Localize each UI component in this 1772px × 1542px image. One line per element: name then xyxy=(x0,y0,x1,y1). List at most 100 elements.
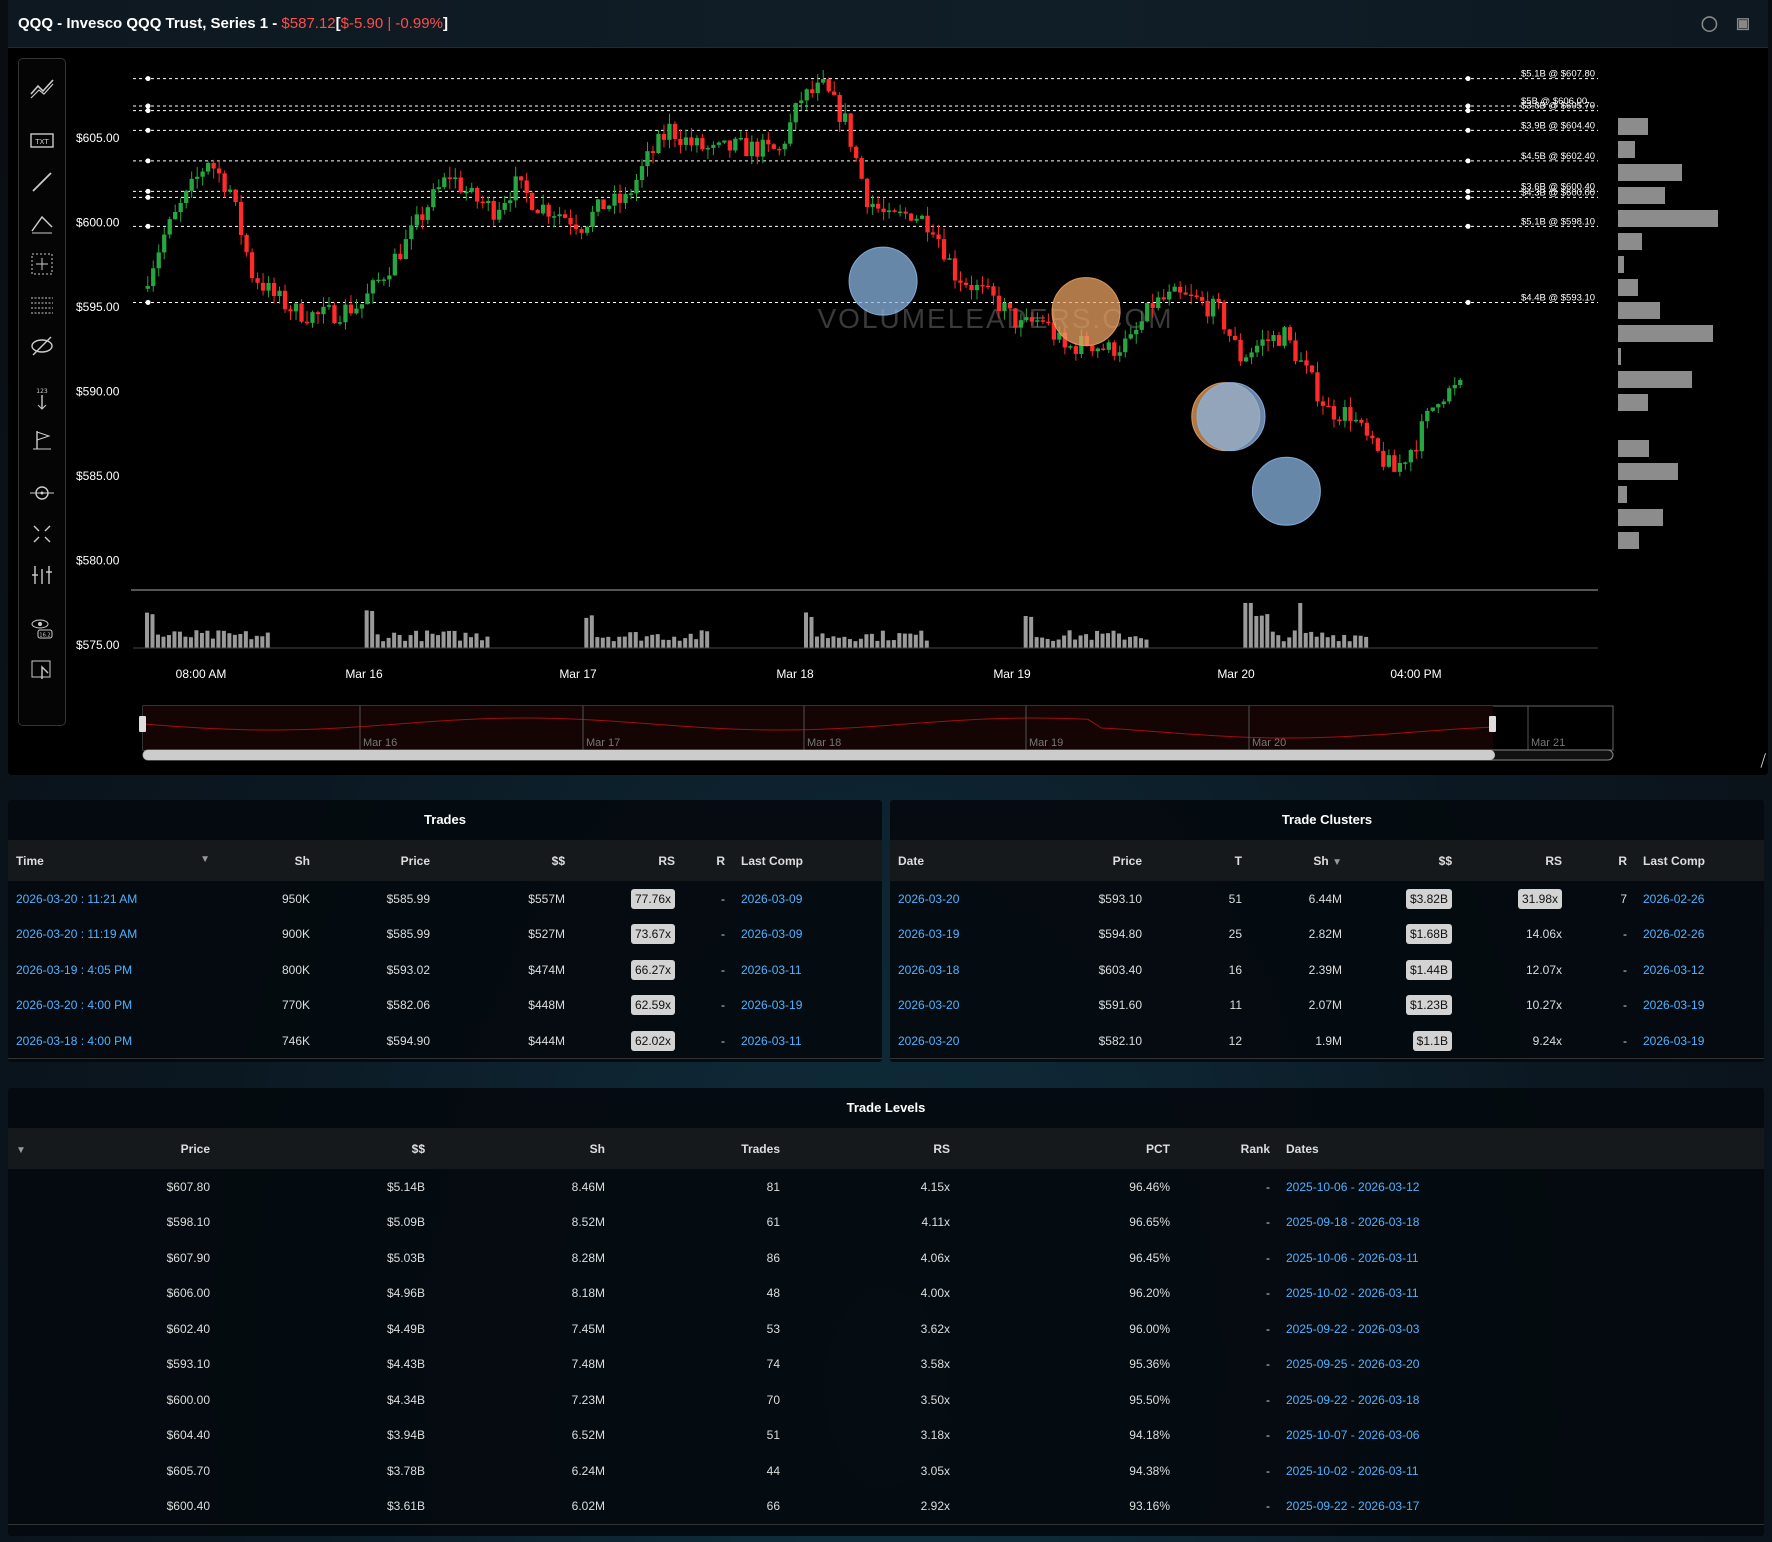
navigator-right-handle[interactable] xyxy=(1489,716,1496,732)
zoom-icon[interactable]: ◯ xyxy=(1701,14,1718,32)
trade-time-link[interactable]: 2026-03-20 : 11:19 AM xyxy=(8,917,218,953)
col-sh[interactable]: Sh xyxy=(433,1128,613,1169)
trade-time-link[interactable]: 2026-03-19 : 4:05 PM xyxy=(8,952,218,988)
table-row[interactable]: $600.00 $4.34B 7.23M 70 3.50x 95.50% -2025-09-… xyxy=(8,1382,1764,1418)
sort-down-icon[interactable]: ▼ xyxy=(200,854,210,865)
table-row[interactable]: 2026-03-18 $603.40 16 2.39M $1.44B 12.07x -202… xyxy=(890,952,1764,988)
cluster-last-comp-link[interactable]: 2026-02-26 xyxy=(1635,881,1764,917)
cluster-last-comp-link[interactable]: 2026-03-19 xyxy=(1635,988,1764,1024)
level-dates-link[interactable]: 2025-10-06 - 2026-03-12 xyxy=(1278,1169,1764,1205)
col-sh[interactable]: Sh xyxy=(218,840,318,881)
col-last-comp[interactable]: Last Comp xyxy=(1635,840,1764,881)
col-last-comp[interactable]: Last Comp xyxy=(733,840,882,881)
video-camera-icon[interactable]: ▣ xyxy=(1736,14,1750,32)
level-price: $605.70 xyxy=(166,1463,210,1478)
level-dates-link[interactable]: 2025-10-02 - 2026-03-11 xyxy=(1278,1276,1764,1312)
cluster-date-link[interactable]: 2026-03-18 xyxy=(890,952,1020,988)
table-row[interactable]: 2026-03-20 $582.10 12 1.9M $1.1B 9.24x -2026-0… xyxy=(890,1023,1764,1059)
level-trades: 44 xyxy=(766,1463,780,1478)
cluster-date-link[interactable]: 2026-03-20 xyxy=(890,988,1020,1024)
col-pct[interactable]: PCT xyxy=(958,1128,1178,1169)
cluster-last-comp-link[interactable]: 2026-03-19 xyxy=(1635,1023,1764,1059)
cluster-date-link[interactable]: 2026-03-19 xyxy=(890,917,1020,953)
level-dates-link[interactable]: 2025-09-18 - 2026-03-18 xyxy=(1278,1205,1764,1241)
trade-time-link[interactable]: 2026-03-20 : 4:00 PM xyxy=(8,988,218,1024)
trade-last-comp-link[interactable]: 2026-03-19 xyxy=(733,988,882,1024)
table-row[interactable]: 2026-03-19 $594.80 25 2.82M $1.68B 14.06x -202… xyxy=(890,917,1764,953)
level-dates-link[interactable]: 2025-09-22 - 2026-03-17 xyxy=(1278,1489,1764,1525)
col-r[interactable]: R xyxy=(683,840,733,881)
trade-bubble[interactable] xyxy=(1196,382,1266,452)
col-sort[interactable]: ▼ xyxy=(8,1128,48,1169)
level-dates-link[interactable]: 2025-10-06 - 2026-03-11 xyxy=(1278,1240,1764,1276)
trade-time-link[interactable]: 2026-03-18 : 4:00 PM xyxy=(8,1023,218,1059)
spacer-cell xyxy=(8,1418,48,1454)
candle xyxy=(974,284,980,291)
cluster-last-comp-link[interactable]: 2026-03-12 xyxy=(1635,952,1764,988)
sort-down-icon[interactable]: ▼ xyxy=(16,1145,26,1156)
scrollbar-thumb[interactable] xyxy=(143,750,1495,760)
cluster-date-link[interactable]: 2026-03-20 xyxy=(890,1023,1020,1059)
level-start-dot xyxy=(145,223,151,229)
table-row[interactable]: $598.10 $5.09B 8.52M 61 4.11x 96.65% -2025-09-… xyxy=(8,1205,1764,1241)
col-rs[interactable]: RS xyxy=(573,840,683,881)
trade-last-comp-link[interactable]: 2026-03-09 xyxy=(733,917,882,953)
col-dollars[interactable]: $$ xyxy=(218,1128,433,1169)
table-row[interactable]: 2026-03-18 : 4:00 PM 746K $594.90 $444M 62.0… xyxy=(8,1023,882,1059)
col-r[interactable]: R xyxy=(1570,840,1635,881)
col-price[interactable]: Price xyxy=(1020,840,1150,881)
col-date[interactable]: Date xyxy=(890,840,1020,881)
level-dates-link[interactable]: 2025-09-22 - 2026-03-18 xyxy=(1278,1382,1764,1418)
level-dates-link[interactable]: 2025-10-02 - 2026-03-11 xyxy=(1278,1453,1764,1489)
cluster-last-comp-link[interactable]: 2026-02-26 xyxy=(1635,917,1764,953)
trades-card: Trades Time ▼ Sh Price $$ RS R Last Comp … xyxy=(8,800,882,1062)
trade-bubble[interactable] xyxy=(1251,456,1321,526)
resize-handle-icon[interactable]: ⧸ xyxy=(1761,753,1766,771)
price-chart[interactable]: VOLUMELEADERS.COM$605.00$600.00$595.00$5… xyxy=(8,48,1768,768)
trade-last-comp-link[interactable]: 2026-03-11 xyxy=(733,952,882,988)
level-dates-link[interactable]: 2025-09-25 - 2026-03-20 xyxy=(1278,1347,1764,1383)
trade-last-comp-link[interactable]: 2026-03-09 xyxy=(733,881,882,917)
table-row[interactable]: $602.40 $4.49B 7.45M 53 3.62x 96.00% -2025-09-… xyxy=(8,1311,1764,1347)
trade-last-comp-link[interactable]: 2026-03-11 xyxy=(733,1023,882,1059)
candle xyxy=(1265,339,1271,341)
level-rs: 4.11x xyxy=(921,1215,950,1230)
col-rank[interactable]: Rank xyxy=(1178,1128,1278,1169)
col-rs[interactable]: RS xyxy=(788,1128,958,1169)
table-row[interactable]: 2026-03-20 $593.10 51 6.44M $3.82B 31.98x 7 202… xyxy=(890,881,1764,917)
table-row[interactable]: $600.40 $3.61B 6.02M 66 2.92x 93.16% -2025-09-… xyxy=(8,1489,1764,1525)
table-row[interactable]: $605.70 $3.78B 6.24M 44 3.05x 94.38% -2025-10-… xyxy=(8,1453,1764,1489)
col-time[interactable]: Time ▼ xyxy=(8,840,218,881)
col-price[interactable]: Price xyxy=(48,1128,218,1169)
col-sh[interactable]: Sh ▼ xyxy=(1250,840,1350,881)
col-price[interactable]: Price xyxy=(318,840,438,881)
table-row[interactable]: $607.80 $5.14B 8.46M 81 4.15x 96.46% -2025-10-… xyxy=(8,1169,1764,1205)
navigator-left-handle[interactable] xyxy=(139,716,146,732)
table-row[interactable]: 2026-03-20 $591.60 11 2.07M $1.23B 10.27x -202… xyxy=(890,988,1764,1024)
col-t[interactable]: T xyxy=(1150,840,1250,881)
table-row[interactable]: $606.00 $4.96B 8.18M 48 4.00x 96.20% -2025-10-… xyxy=(8,1276,1764,1312)
level-dates-link[interactable]: 2025-10-07 - 2026-03-06 xyxy=(1278,1418,1764,1454)
trade-bubble[interactable] xyxy=(848,246,918,316)
col-dates[interactable]: Dates xyxy=(1278,1128,1764,1169)
trade-time-link[interactable]: 2026-03-20 : 11:21 AM xyxy=(8,881,218,917)
table-row[interactable]: 2026-03-20 : 11:21 AM 950K $585.99 $557M 77.… xyxy=(8,881,882,917)
cluster-date-link[interactable]: 2026-03-20 xyxy=(890,881,1020,917)
col-dollars[interactable]: $$ xyxy=(1350,840,1460,881)
table-row[interactable]: 2026-03-19 : 4:05 PM 800K $593.02 $474M 66.2… xyxy=(8,952,882,988)
trade-bubble[interactable] xyxy=(1051,277,1121,347)
col-trades[interactable]: Trades xyxy=(613,1128,788,1169)
table-row[interactable]: $604.40 $3.94B 6.52M 51 3.18x 94.18% -2025-10-… xyxy=(8,1418,1764,1454)
table-row[interactable]: 2026-03-20 : 4:00 PM 770K $582.06 $448M 62.5… xyxy=(8,988,882,1024)
table-row[interactable]: $607.90 $5.03B 8.28M 86 4.06x 96.45% -2025-10-… xyxy=(8,1240,1764,1276)
table-row[interactable]: $593.10 $4.43B 7.48M 74 3.58x 95.36% -2025-09-… xyxy=(8,1347,1764,1383)
volume-bar xyxy=(814,636,819,648)
volume-bar xyxy=(908,633,913,648)
level-dates-link[interactable]: 2025-09-22 - 2026-03-03 xyxy=(1278,1311,1764,1347)
col-rs[interactable]: RS xyxy=(1460,840,1570,881)
sort-down-icon[interactable]: ▼ xyxy=(1332,857,1342,868)
col-dollars[interactable]: $$ xyxy=(438,840,573,881)
table-row[interactable]: 2026-03-20 : 11:19 AM 900K $585.99 $527M 73.… xyxy=(8,917,882,953)
level-shares: 7.45M xyxy=(571,1321,605,1336)
candle xyxy=(1370,435,1375,439)
